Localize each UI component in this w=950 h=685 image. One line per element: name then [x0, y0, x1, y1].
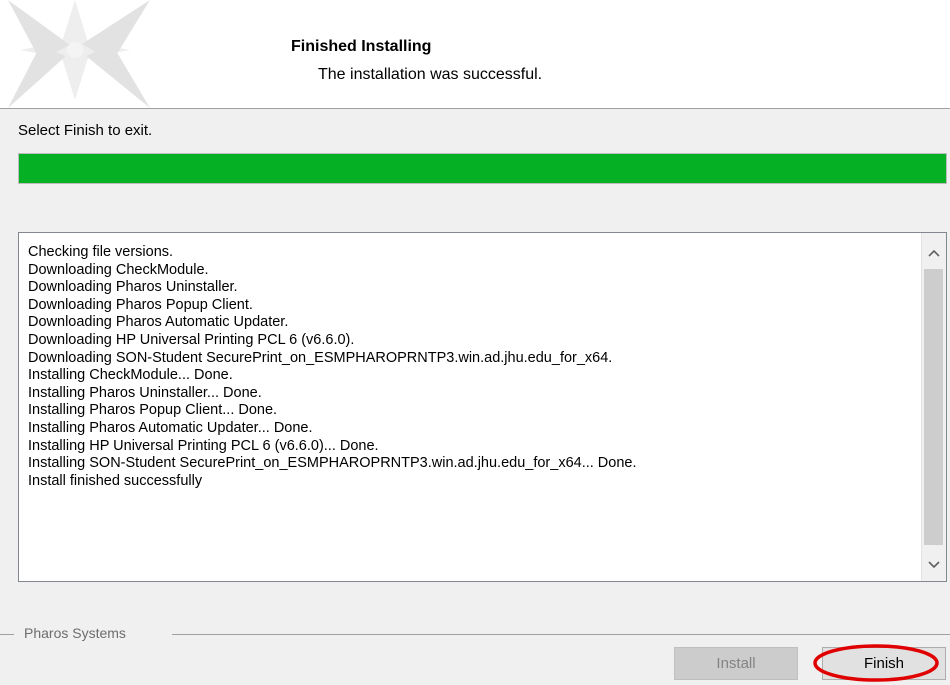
log-line: Install finished successfully [28, 472, 203, 489]
progress-fill [19, 154, 946, 183]
log-line: Downloading Pharos Uninstaller. [28, 279, 238, 296]
log-line: Installing Pharos Uninstaller... Done. [28, 384, 262, 401]
header-banner: Finished Installing The installation was… [0, 0, 950, 109]
log-line: Installing Pharos Popup Client... Done. [28, 402, 278, 419]
log-line: Downloading SON-Student SecurePrint_on_E… [28, 349, 613, 366]
log-line: Downloading Pharos Popup Client. [28, 296, 253, 313]
progress-bar [18, 153, 947, 184]
install-button[interactable]: Install [674, 647, 798, 680]
scroll-thumb[interactable] [924, 269, 943, 545]
instruction-text: Select Finish to exit. [18, 122, 153, 139]
scroll-up-button[interactable] [922, 241, 946, 265]
log-line: Installing CheckModule... Done. [28, 367, 233, 384]
log-line: Downloading CheckModule. [28, 261, 209, 278]
log-line: Downloading Pharos Automatic Updater. [28, 314, 289, 331]
log-line: Installing Pharos Automatic Updater... D… [28, 419, 313, 436]
vendor-label: Pharos Systems [20, 625, 130, 641]
page-subtitle: The installation was successful. [318, 66, 543, 83]
footer-divider [0, 634, 950, 635]
chevron-down-icon [928, 561, 940, 569]
chevron-up-icon [928, 249, 940, 257]
log-line: Installing SON-Student SecurePrint_on_ES… [28, 455, 637, 472]
page-title: Finished Installing [291, 38, 432, 55]
log-line: Installing HP Universal Printing PCL 6 (… [28, 437, 379, 454]
scroll-down-button[interactable] [922, 553, 946, 577]
log-scrollbar[interactable] [921, 233, 946, 581]
finish-button[interactable]: Finish [822, 647, 946, 680]
log-line: Downloading HP Universal Printing PCL 6 … [28, 331, 355, 348]
install-log-textbox[interactable]: Checking file versions. Downloading Check… [18, 232, 947, 582]
log-line: Checking file versions. [28, 244, 174, 260]
compass-star-logo [8, 0, 150, 108]
install-log-lines: Checking file versions. Downloading Check… [28, 244, 916, 490]
